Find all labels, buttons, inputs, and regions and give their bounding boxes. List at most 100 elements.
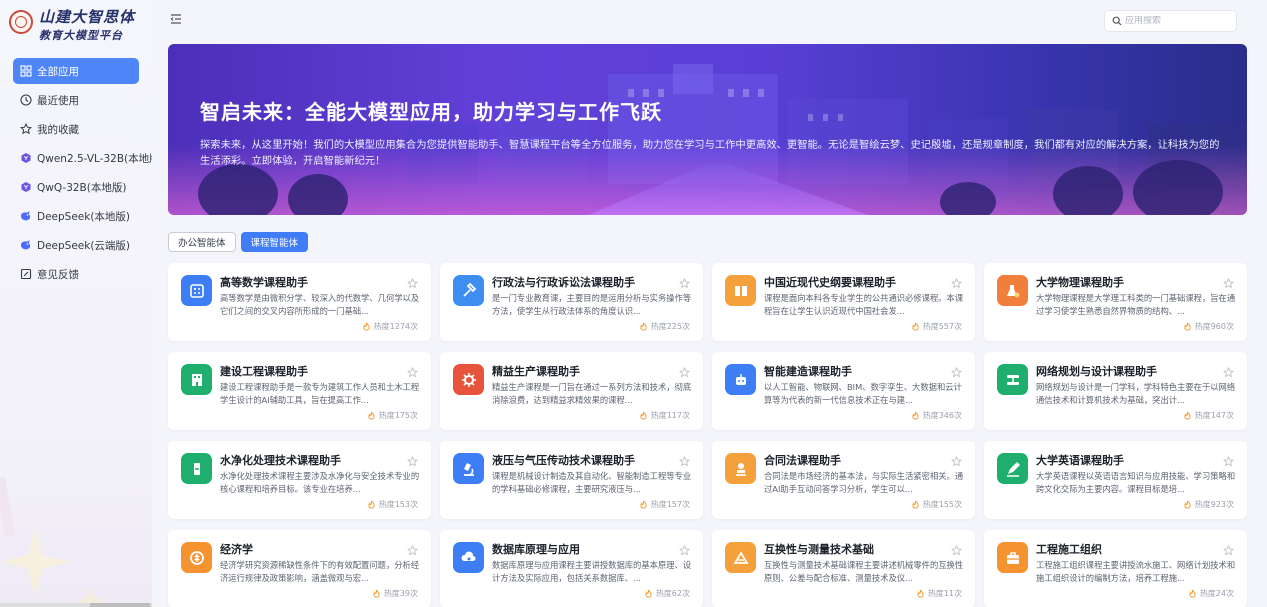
favorite-star-icon[interactable] xyxy=(407,278,418,289)
sidebar-item-all-apps[interactable]: 全部应用 xyxy=(13,58,139,84)
flame-icon xyxy=(640,500,647,509)
app-card[interactable]: 数据库原理与应用 数据库原理与应用课程主要讲授数据库的基本原理、设计方法及实际应用… xyxy=(440,530,703,607)
favorite-star-icon[interactable] xyxy=(951,278,962,289)
pen-icon xyxy=(997,453,1028,484)
app-card-title: 液压与气压传动技术课程助手 xyxy=(492,454,635,467)
app-card[interactable]: 智能建造课程助手以人工智能、物联网、BIM、数字孪生、大数据和云计算等为代表的新… xyxy=(712,352,975,430)
app-card-title: 建设工程课程助手 xyxy=(220,365,308,378)
sidebar-item-recent[interactable]: 最近使用 xyxy=(13,87,145,113)
app-card[interactable]: 网络规划与设计课程助手 网络规划与设计是一门学科，学科特色主要在于以网络通信技术和… xyxy=(984,352,1247,430)
favorite-star-icon[interactable] xyxy=(679,456,690,467)
favorite-star-icon[interactable] xyxy=(679,545,690,556)
app-card-heat-text: 热度155次 xyxy=(922,500,962,509)
gear-icon xyxy=(453,364,484,395)
app-card-title: 大学英语课程助手 xyxy=(1036,454,1124,467)
qwen-icon xyxy=(20,152,32,164)
app-card[interactable]: 大学英语课程助手 大学英语课程以英语语言知识与应用技能、学习策略和跨文化交际为主要… xyxy=(984,441,1247,519)
app-card-title: 精益生产课程助手 xyxy=(492,365,580,378)
app-card-description: 以人工智能、物联网、BIM、数字孪生、大数据和云计算等为代表的新一代信息技术正在… xyxy=(764,382,962,405)
favorite-star-icon[interactable] xyxy=(407,367,418,378)
flame-icon xyxy=(362,322,370,331)
app-card[interactable]: 精益生产课程助手精益生产课程是一门旨在通过一系列方法和技术，彻底消除浪费，达到精… xyxy=(440,352,703,430)
search-box[interactable] xyxy=(1104,10,1237,32)
app-card-title: 网络规划与设计课程助手 xyxy=(1036,365,1157,378)
search-input[interactable] xyxy=(1125,16,1235,26)
app-card[interactable]: 互换性与测量技术基础 互换性与测量技术基础课程主要讲述机械零件的互换性原则、公差与… xyxy=(712,530,975,607)
app-card-description: 合同法是市场经济的基本法，与实际生活紧密相关。通过AI助手互动问答学习分析，学生… xyxy=(764,471,964,494)
sidebar-item-deepseek-cloud[interactable]: DeepSeek(云端版) xyxy=(13,232,145,258)
app-card[interactable]: 中国近现代史纲要课程助手 课程是面向本科各专业学生的公共通识必修课程。本课程旨在让… xyxy=(712,263,975,341)
sidebar-item-qwen-vl[interactable]: Qwen2.5-VL-32B(本地版 xyxy=(13,145,152,171)
favorite-star-icon[interactable] xyxy=(951,456,962,467)
app-card-description: 建设工程课程助手是一款专为建筑工作人员和土木工程学生设计的AI辅助工具，旨在提高… xyxy=(220,382,420,405)
clock-icon xyxy=(20,94,32,106)
flame-icon xyxy=(1184,322,1191,331)
app-card-heat-text: 热度157次 xyxy=(650,500,690,509)
book-icon xyxy=(725,275,756,306)
sidebar-item-feedback[interactable]: 意见反馈 xyxy=(13,261,145,287)
app-card[interactable]: 大学物理课程助手 大学物理课程是大学理工科类的一门基础课程，旨在通过学习使学生熟悉… xyxy=(984,263,1247,341)
app-card[interactable]: 经济学经济学研究资源稀缺性条件下的有效配置问题，分析经济运行规律及政策影响，涵盖… xyxy=(168,530,431,607)
app-card-popularity: 热度62次 xyxy=(644,588,690,599)
sidebar-item-favorites[interactable]: 我的收藏 xyxy=(13,116,145,142)
star-icon xyxy=(20,123,32,135)
app-card-heat-text: 热度117次 xyxy=(650,411,690,420)
app-card-popularity: 热度153次 xyxy=(367,499,418,510)
favorite-star-icon[interactable] xyxy=(1223,278,1234,289)
sidebar-item-deepseek-local[interactable]: DeepSeek(本地版) xyxy=(13,203,145,229)
favorite-star-icon[interactable] xyxy=(679,278,690,289)
app-card-title: 工程施工组织 xyxy=(1036,543,1102,556)
deepseek-icon xyxy=(20,210,32,222)
favorite-star-icon[interactable] xyxy=(1223,545,1234,556)
app-card-heat-text: 热度175次 xyxy=(378,411,418,420)
favorite-star-icon[interactable] xyxy=(951,545,962,556)
app-card-title: 经济学 xyxy=(220,543,253,556)
app-card-popularity: 热度39次 xyxy=(372,588,418,599)
flame-icon xyxy=(917,589,924,598)
building-icon xyxy=(181,364,212,395)
app-card[interactable]: 高等数学课程助手 高等数学是由微积分学、较深入的代数学、几何学以及它们之间的交叉内… xyxy=(168,263,431,341)
category-tabs: 办公智能体 课程智能体 xyxy=(168,232,313,252)
app-card-description: 工程施工组织课程主要讲授流水施工、网络计划技术和施工组织设计的编制方法，培养工程… xyxy=(1036,560,1236,583)
app-card[interactable]: 工程施工组织工程施工组织课程主要讲授流水施工、网络计划技术和施工组织设计的编制方… xyxy=(984,530,1247,607)
app-card-popularity: 热度11次 xyxy=(916,588,962,599)
favorite-star-icon[interactable] xyxy=(1223,456,1234,467)
sidebar-item-label: 意见反馈 xyxy=(37,268,79,281)
tab-office-agents[interactable]: 办公智能体 xyxy=(168,232,236,252)
app-card-heat-text: 热度557次 xyxy=(922,322,962,331)
app-card[interactable]: 液压与气压传动技术课程助手课程是机械设计制造及其自动化、智能制造工程等专业的学科… xyxy=(440,441,703,519)
app-card-title: 智能建造课程助手 xyxy=(764,365,852,378)
app-card-heat-text: 热度147次 xyxy=(1194,411,1234,420)
sidebar-item-qwq[interactable]: QwQ-32B(本地版) xyxy=(13,174,145,200)
app-card[interactable]: 合同法课程助手 合同法是市场经济的基本法，与实际生活紧密相关。通过AI助手互动问答… xyxy=(712,441,975,519)
app-card-heat-text: 热度24次 xyxy=(1199,589,1234,598)
app-card-description: 经济学研究资源稀缺性条件下的有效配置问题，分析经济运行规律及政策影响，涵盖微观与… xyxy=(220,560,420,583)
flame-icon xyxy=(912,500,919,509)
brand-logo[interactable]: 山建大智思体 教育大模型平台 xyxy=(9,8,135,44)
app-card-description: 精益生产课程是一门旨在通过一系列方法和技术，彻底消除浪费，达到精益求精效果的课程… xyxy=(492,382,692,405)
app-card[interactable]: 行政法与行政诉讼法课程助手 是一门专业教育课，主要目的是运用分析与实务操作等方法，… xyxy=(440,263,703,341)
favorite-star-icon[interactable] xyxy=(951,367,962,378)
banner-title: 智启未来：全能大模型应用，助力学习与工作飞跃 xyxy=(200,100,662,124)
app-card[interactable]: 水净化处理技术课程助手 水净化处理技术课程主要涉及水净化与安全技术专业的核心课程和… xyxy=(168,441,431,519)
flame-icon xyxy=(368,500,375,509)
sidebar-item-label: 最近使用 xyxy=(37,94,79,107)
app-card-description: 是一门专业教育课，主要目的是运用分析与实务操作等方法，使学生从行政法体系的角度认… xyxy=(492,293,692,316)
coin-icon xyxy=(181,542,212,573)
sidebar-nav: 全部应用 最近使用 我的收藏 Qwen2.5-VL-32B(本地版 QwQ-32… xyxy=(13,58,152,290)
favorite-star-icon[interactable] xyxy=(1223,367,1234,378)
app-card-description: 课程是机械设计制造及其自动化、智能制造工程等专业的学科基础必修课程，主要研究液压… xyxy=(492,471,692,494)
favorite-star-icon[interactable] xyxy=(407,456,418,467)
favorite-star-icon[interactable] xyxy=(407,545,418,556)
app-card-heat-text: 热度39次 xyxy=(383,589,418,598)
network-icon xyxy=(997,364,1028,395)
sidebar-item-label: QwQ-32B(本地版) xyxy=(37,181,127,194)
tab-course-agents[interactable]: 课程智能体 xyxy=(240,232,309,252)
app-card-popularity: 热度175次 xyxy=(367,410,418,421)
flame-icon xyxy=(1184,411,1191,420)
sidebar-horizontal-scrollbar[interactable] xyxy=(0,603,152,607)
app-card[interactable]: 建设工程课程助手建设工程课程助手是一款专为建筑工作人员和土木工程学生设计的AI辅… xyxy=(168,352,431,430)
favorite-star-icon[interactable] xyxy=(679,367,690,378)
app-card-title: 互换性与测量技术基础 xyxy=(764,543,874,556)
collapse-menu-icon[interactable] xyxy=(169,12,183,26)
